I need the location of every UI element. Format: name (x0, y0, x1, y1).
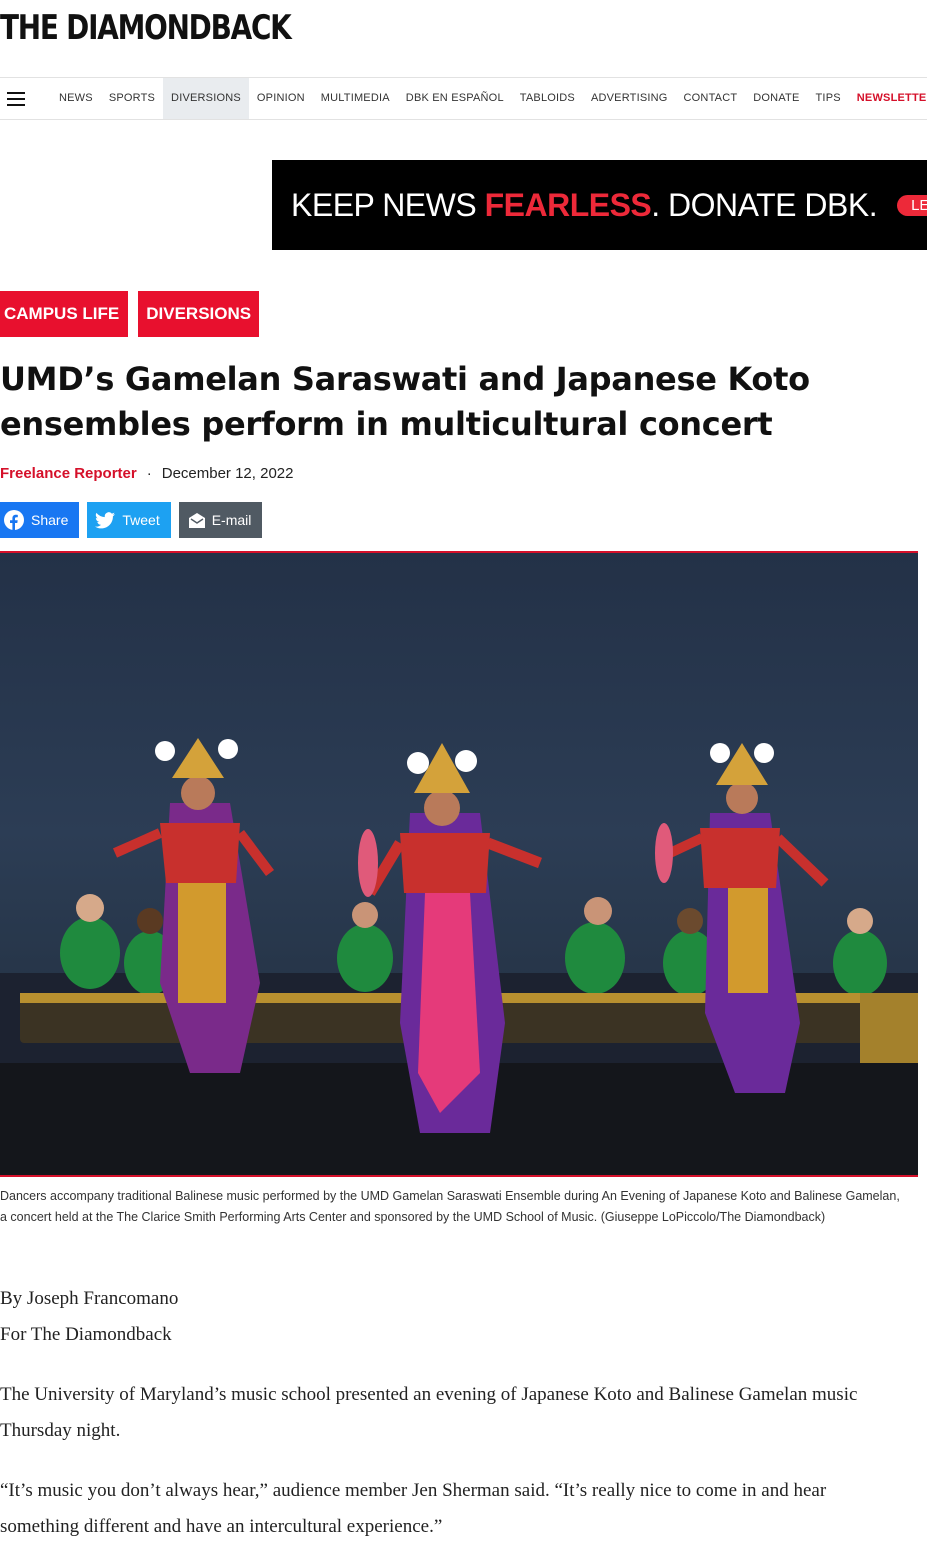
email-icon (188, 512, 205, 528)
nav-item-multimedia[interactable]: MULTIMEDIA (313, 78, 398, 119)
menu-icon[interactable] (7, 91, 25, 106)
share-buttons: Share Tweet E-mail (0, 502, 263, 538)
nav-item-newsletter[interactable]: NEWSLETTER (849, 78, 927, 119)
nav-item-donate[interactable]: DONATE (745, 78, 807, 119)
category-tags: CAMPUS LIFE DIVERSIONS (0, 291, 260, 337)
meta-separator: · (146, 465, 152, 482)
byline-outlet: For The Diamondback (0, 1324, 172, 1345)
email-share-button[interactable]: E-mail (178, 502, 263, 538)
nav-item-advertising[interactable]: ADVERTISING (583, 78, 676, 119)
nav-item-dbk-en-espanol[interactable]: DBK EN ESPAÑOL (398, 78, 512, 119)
site-logo[interactable]: THE DIAMONDBACK (0, 8, 292, 48)
article-headline: UMD’s Gamelan Saraswati and Japanese Kot… (0, 360, 810, 443)
nav-item-news[interactable]: NEWS (51, 78, 101, 119)
share-label: Share (31, 512, 69, 528)
nav-item-tips[interactable]: TIPS (808, 78, 849, 119)
facebook-icon (4, 510, 24, 530)
email-label: E-mail (211, 512, 252, 528)
twitter-icon (95, 511, 116, 528)
facebook-share-button[interactable]: Share (0, 502, 80, 538)
main-nav: NEWS SPORTS DIVERSIONS OPINION MULTIMEDI… (0, 77, 927, 120)
byline-author: By Joseph Francomano (0, 1288, 179, 1309)
nav-item-tabloids[interactable]: TABLOIDS (512, 78, 583, 119)
author-link[interactable]: Freelance Reporter (0, 465, 137, 482)
nav-item-diversions[interactable]: DIVERSIONS (163, 78, 249, 119)
learn-more-button[interactable]: LEARN MORE (897, 194, 927, 216)
nav-item-sports[interactable]: SPORTS (101, 78, 163, 119)
dancers-photo-illustration (0, 738, 918, 1175)
twitter-share-button[interactable]: Tweet (87, 502, 171, 538)
nav-item-contact[interactable]: CONTACT (676, 78, 746, 119)
photo-caption: Dancers accompany traditional Balinese m… (0, 1189, 900, 1224)
article-paragraph: “It’s music you don’t always hear,” audi… (0, 1480, 827, 1537)
article-photo (0, 551, 918, 1177)
donate-banner-ad[interactable]: KEEP NEWS FEARLESS. DONATE DBK. LEARN MO… (272, 160, 927, 250)
article-paragraph: The University of Maryland’s music schoo… (0, 1384, 858, 1441)
ad-text: KEEP NEWS FEARLESS. DONATE DBK. (291, 186, 878, 223)
tweet-label: Tweet (122, 512, 160, 528)
article-meta: Freelance Reporter · December 12, 2022 (0, 465, 293, 482)
nav-item-opinion[interactable]: OPINION (249, 78, 313, 119)
tag-campus-life[interactable]: CAMPUS LIFE (0, 291, 129, 337)
publish-date: December 12, 2022 (161, 465, 294, 482)
tag-diversions[interactable]: DIVERSIONS (138, 291, 260, 337)
